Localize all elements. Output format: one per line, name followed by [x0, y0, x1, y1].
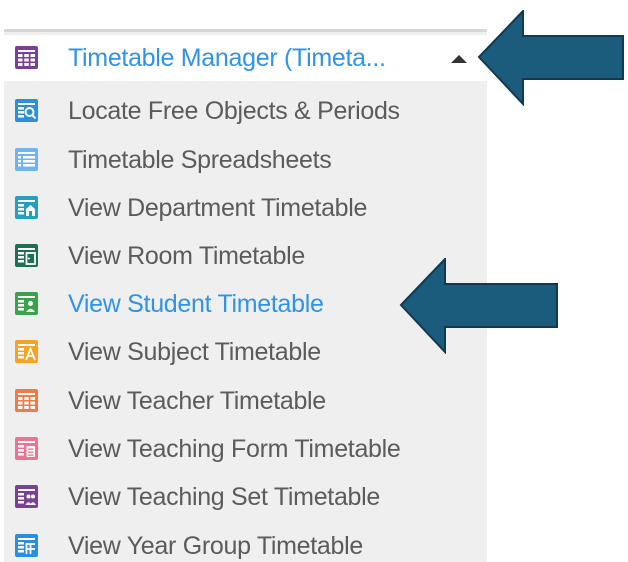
page: Timetable Manager (Timeta... Locate Free… — [0, 0, 628, 562]
spreadsheet-icon — [14, 147, 39, 172]
form-grid-icon — [14, 436, 39, 461]
caret-up-icon[interactable] — [451, 55, 467, 63]
menu-item-view-teacher-timetable[interactable]: View Teacher Timetable — [4, 378, 487, 424]
grid-icon — [14, 45, 39, 70]
menu-item-label: View Teacher Timetable — [68, 387, 326, 415]
student-grid-icon — [14, 291, 39, 316]
building-grid-icon — [14, 195, 39, 220]
menu-item-label: Timetable Spreadsheets — [68, 146, 332, 174]
menu-item-view-year-group-timetable[interactable]: View Year Group Timetable — [4, 523, 487, 562]
menu-item-view-department-timetable[interactable]: View Department Timetable — [4, 185, 487, 231]
menu-item-label: Locate Free Objects & Periods — [68, 97, 400, 125]
room-grid-icon — [14, 243, 39, 268]
subject-grid-icon — [14, 339, 39, 364]
menu-item-label: View Room Timetable — [68, 242, 306, 270]
menu-item-label: View Department Timetable — [68, 194, 368, 222]
set-grid-icon — [14, 484, 39, 509]
menu-item-label: View Year Group Timetable — [68, 532, 364, 560]
annotation-arrow-left-icon — [399, 258, 558, 354]
menu-item-view-teaching-form-timetable[interactable]: View Teaching Form Timetable — [4, 426, 487, 472]
menu-item-label: View Student Timetable — [68, 290, 324, 318]
annotation-arrow-left-icon — [477, 10, 624, 106]
menu-item-label: View Teaching Set Timetable — [68, 483, 381, 511]
menu-item-label: View Teaching Form Timetable — [68, 435, 401, 463]
search-grid-icon — [14, 98, 39, 123]
menu-item-label: View Subject Timetable — [68, 338, 321, 366]
timetable-manager-header[interactable]: Timetable Manager (Timeta... — [4, 35, 487, 81]
timetable-manager-label: Timetable Manager (Timeta... — [68, 44, 386, 72]
menu-item-locate-free-objects[interactable]: Locate Free Objects & Periods — [4, 88, 487, 134]
menu-item-timetable-spreadsheets[interactable]: Timetable Spreadsheets — [4, 137, 487, 183]
year-grid-icon — [14, 533, 39, 558]
teacher-grid-icon — [14, 388, 39, 413]
menu-item-view-teaching-set-timetable[interactable]: View Teaching Set Timetable — [4, 474, 487, 520]
